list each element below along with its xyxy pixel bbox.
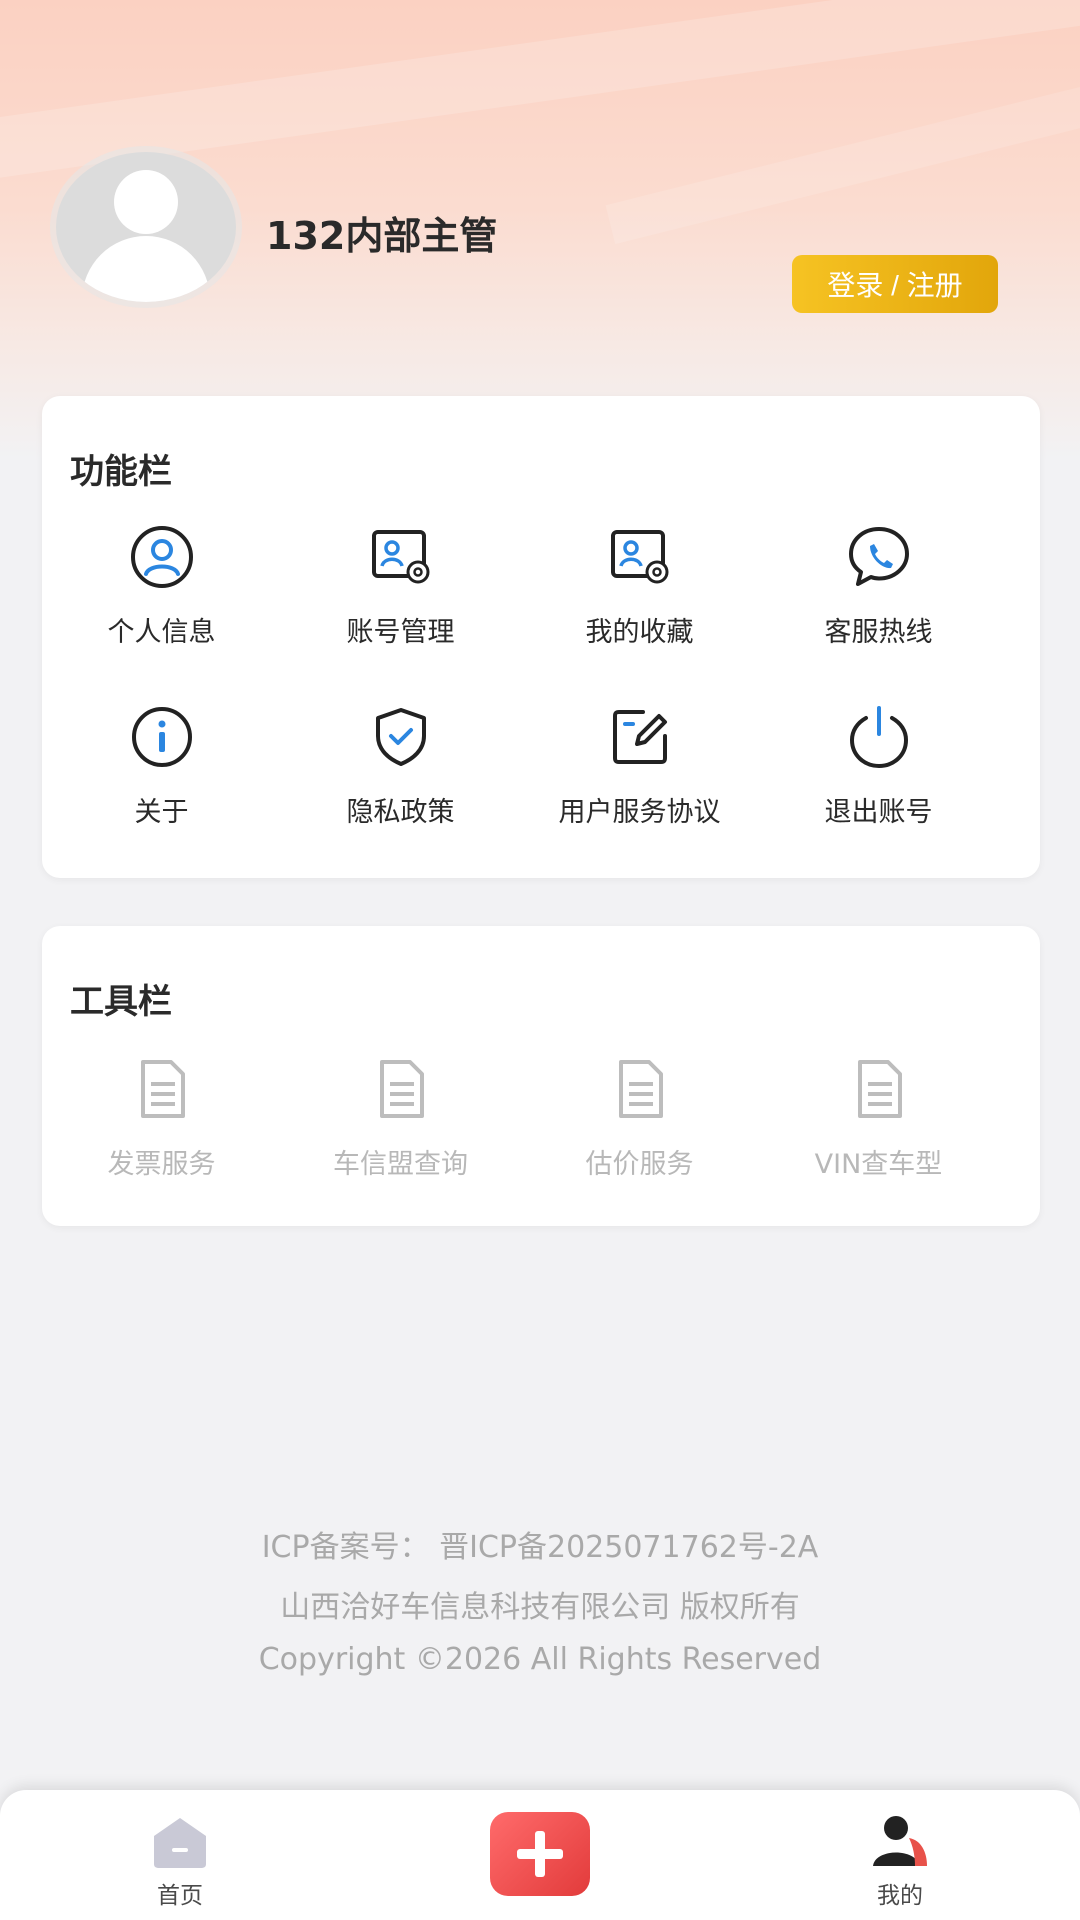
tools-section-title: 工具栏 (70, 982, 172, 1022)
user-circle-icon (130, 526, 193, 588)
tool-item-vin-lookup[interactable]: VIN查车型 (759, 1056, 998, 1181)
avatar[interactable] (56, 152, 236, 302)
menu-item-label: 隐私政策 (346, 797, 455, 828)
bottom-navigation: 首页 我的 (0, 1790, 1080, 1920)
menu-item-user-agreement[interactable]: 用户服务协议 (520, 704, 759, 884)
document-icon (857, 1060, 902, 1118)
menu-item-logout[interactable]: 退出账号 (759, 704, 998, 884)
account-settings-icon (371, 530, 429, 584)
company-copyright-text: 山西洽好车信息科技有限公司 版权所有 (280, 1590, 800, 1625)
user-profile-icon (873, 1816, 927, 1866)
tool-item-invoice[interactable]: 发票服务 (42, 1056, 281, 1181)
username: 132内部主管 (266, 214, 498, 258)
document-icon (140, 1060, 185, 1118)
favorites-icon (610, 530, 668, 584)
tool-item-label: VIN查车型 (814, 1149, 943, 1180)
tool-item-valuation[interactable]: 估价服务 (520, 1056, 759, 1181)
menu-item-personal-info[interactable]: 个人信息 (42, 524, 281, 704)
menu-item-about[interactable]: 关于 (42, 704, 281, 884)
menu-item-account-management[interactable]: 账号管理 (281, 524, 520, 704)
copyright-text: Copyright ©2026 All Rights Reserved (258, 1642, 822, 1677)
menu-item-privacy-policy[interactable]: 隐私政策 (281, 704, 520, 884)
icp-record-text: ICP备案号： 晋ICP备2025071762号-2A (261, 1530, 819, 1565)
add-button[interactable] (490, 1812, 590, 1896)
power-icon (849, 706, 908, 769)
tab-home[interactable]: 首页 (80, 1814, 280, 1910)
plus-icon (517, 1831, 563, 1877)
tools-card: 工具栏 发票服务 车信盟查询 估价服务 VIN查车型 (42, 926, 1040, 1226)
menu-item-label: 我的收藏 (585, 617, 694, 648)
shield-check-icon (375, 708, 426, 766)
document-icon (618, 1060, 663, 1118)
edit-document-icon (612, 710, 667, 764)
tools-grid: 发票服务 车信盟查询 估价服务 VIN查车型 (42, 1056, 1040, 1181)
function-grid: 个人信息 账号管理 我的收藏 客服热线 关于 隐私政策 用户服务协议 退出账号 (42, 524, 1040, 884)
document-icon (379, 1060, 424, 1118)
menu-item-customer-hotline[interactable]: 客服热线 (759, 524, 998, 704)
menu-item-label: 个人信息 (107, 617, 216, 648)
tab-mine-label: 我的 (877, 1883, 923, 1909)
function-section-title: 功能栏 (70, 452, 172, 492)
menu-item-label: 用户服务协议 (558, 797, 721, 828)
tab-mine[interactable]: 我的 (800, 1812, 1000, 1910)
menu-item-label: 退出账号 (824, 797, 933, 828)
avatar-head-shape (114, 170, 178, 234)
menu-item-label: 关于 (134, 797, 189, 828)
avatar-body-shape (82, 236, 210, 302)
tool-item-label: 车信盟查询 (333, 1149, 468, 1180)
phone-chat-icon (848, 527, 909, 586)
info-icon (131, 707, 192, 767)
home-icon (154, 1818, 206, 1868)
menu-item-label: 客服热线 (824, 617, 933, 648)
tool-item-chexinmeng-query[interactable]: 车信盟查询 (281, 1056, 520, 1181)
login-register-button[interactable]: 登录 / 注册 (792, 255, 998, 313)
menu-item-favorites[interactable]: 我的收藏 (520, 524, 759, 704)
function-card: 功能栏 个人信息 账号管理 我的收藏 客服热线 关于 隐私政策 用户服务协议 退… (42, 396, 1040, 878)
tab-home-label: 首页 (157, 1883, 203, 1909)
tool-item-label: 估价服务 (585, 1149, 694, 1180)
menu-item-label: 账号管理 (346, 617, 455, 648)
tool-item-label: 发票服务 (107, 1149, 216, 1180)
